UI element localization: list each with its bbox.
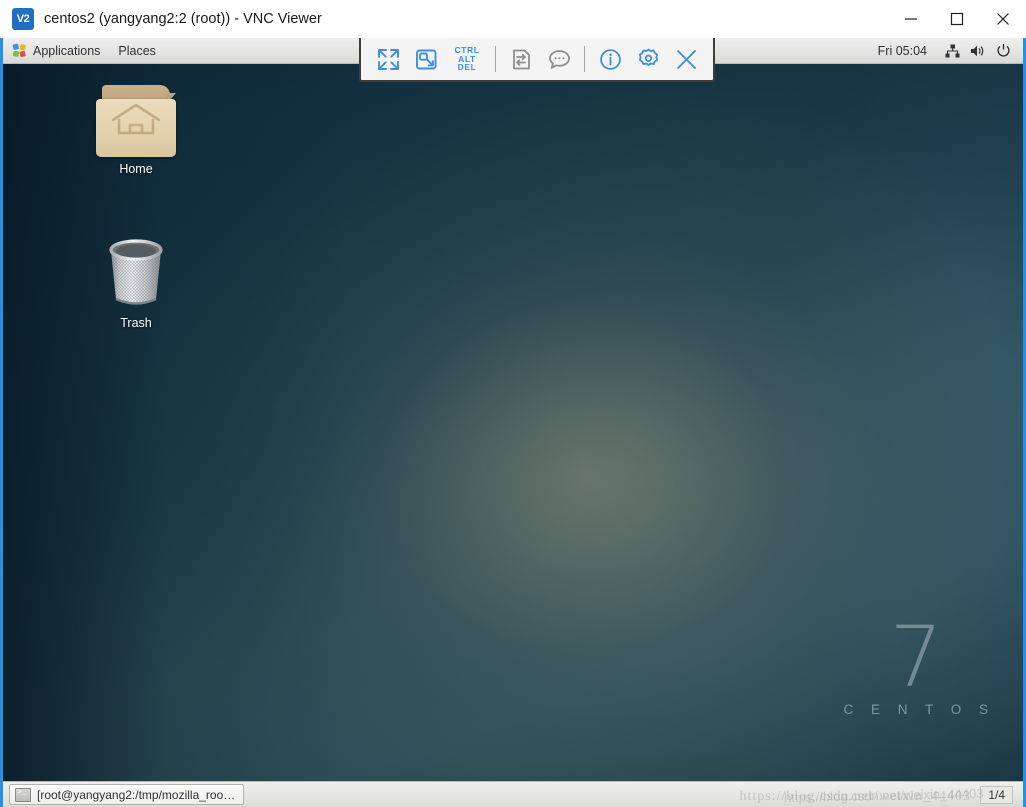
vnc-logo-icon [12, 7, 34, 30]
applications-icon [12, 43, 26, 58]
info-button[interactable] [593, 42, 627, 76]
vnc-viewer-window: centos2 (yangyang2:2 (root)) - VNC Viewe… [0, 0, 1026, 807]
vnc-floating-toolbar: CTRL ALT DEL [359, 38, 715, 82]
options-button[interactable] [631, 42, 665, 76]
window-list: [root@yangyang2:/tmp/mozilla_roo… [3, 784, 245, 805]
chat-button[interactable] [542, 42, 576, 76]
ctrl-alt-del-line3: DEL [457, 62, 477, 73]
toolbar-separator [495, 46, 496, 72]
minimize-button[interactable] [888, 0, 934, 38]
applications-menu-label: Applications [33, 43, 101, 58]
panel-clock[interactable]: Fri 05:04 [878, 44, 927, 58]
windowed-icon [415, 49, 436, 69]
centos-desktop[interactable]: Applications Places Fri 05:04 Home Trash… [3, 38, 1023, 807]
centos-branding: 7 C E N T O S [837, 607, 995, 717]
taskbar-window-button[interactable]: [root@yangyang2:/tmp/mozilla_roo… [9, 784, 245, 805]
gnome-bottom-panel: [root@yangyang2:/tmp/mozilla_roo… 1/4 [3, 781, 1023, 807]
disconnect-button[interactable] [669, 42, 703, 76]
centos-wordmark: C E N T O S [843, 702, 995, 717]
workspace-switcher[interactable]: 1/4 [980, 785, 1013, 804]
desktop-icon-trash-label: Trash [120, 316, 152, 330]
fullscreen-icon [377, 48, 399, 70]
titlebar: centos2 (yangyang2:2 (root)) - VNC Viewe… [0, 0, 1026, 38]
desktop-icon-home-label: Home [119, 162, 153, 176]
chat-bubble-icon [548, 49, 570, 69]
taskbar-window-label: [root@yangyang2:/tmp/mozilla_roo… [37, 787, 236, 802]
file-transfer-button[interactable] [504, 42, 538, 76]
centos-version-number: 7 [889, 607, 943, 706]
places-menu[interactable]: Places [109, 38, 165, 63]
window-title: centos2 (yangyang2:2 (root)) - VNC Viewe… [44, 10, 322, 27]
desktop-icon-trash[interactable]: Trash [84, 235, 188, 330]
house-glyph-icon [111, 103, 161, 135]
maximize-button[interactable] [934, 0, 980, 38]
windowed-button[interactable] [409, 42, 443, 76]
terminal-icon [15, 787, 31, 802]
desktop-icon-home[interactable]: Home [84, 85, 188, 176]
panel-menus: Applications Places [3, 38, 165, 63]
home-folder-icon [94, 85, 178, 157]
ctrl-alt-del-button[interactable]: CTRL ALT DEL [447, 42, 487, 76]
close-x-icon [676, 49, 696, 69]
maximize-icon [950, 12, 964, 25]
fullscreen-button[interactable] [371, 42, 405, 76]
close-button[interactable] [980, 0, 1026, 38]
remote-desktop-client-area[interactable]: Applications Places Fri 05:04 Home Trash… [0, 38, 1026, 807]
power-icon[interactable] [996, 43, 1011, 58]
close-icon [997, 12, 1009, 25]
places-menu-label: Places [118, 43, 156, 58]
file-transfer-icon [512, 49, 530, 69]
minimize-icon [905, 17, 917, 20]
info-icon [599, 48, 621, 70]
toolbar-separator-2 [584, 46, 585, 72]
panel-status-area: Fri 05:04 [878, 38, 1023, 63]
applications-menu[interactable]: Applications [3, 38, 109, 63]
network-icon[interactable] [945, 44, 960, 58]
trash-bin-icon [101, 235, 171, 311]
volume-icon[interactable] [970, 44, 986, 58]
gear-icon [638, 48, 658, 66]
